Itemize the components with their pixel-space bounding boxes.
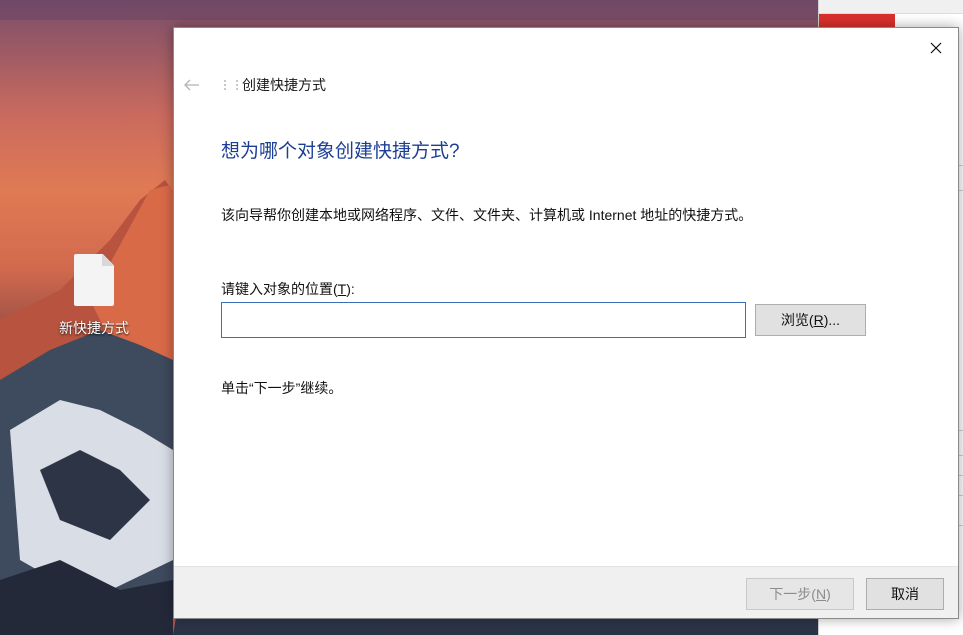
wizard-description: 该向导帮你创建本地或网络程序、文件、文件夹、计算机或 Internet 地址的快… [221, 207, 753, 223]
browse-button[interactable]: 浏览(R)... [755, 304, 866, 336]
back-button[interactable] [182, 75, 202, 95]
cancel-button[interactable]: 取消 [866, 578, 944, 610]
location-label-suffix: ): [346, 281, 355, 297]
background-window-titlebar [819, 0, 963, 14]
next-button-prefix: 下一步( [769, 586, 816, 602]
browse-button-prefix: 浏览( [780, 312, 814, 328]
close-icon [930, 42, 942, 54]
wizard-header: 创建快捷方式 [182, 74, 326, 96]
browse-button-suffix: )... [823, 312, 841, 328]
location-label: 请键入对象的位置(T): [221, 279, 355, 299]
file-icon [74, 254, 114, 306]
next-button[interactable]: 下一步(N) [746, 578, 854, 610]
desktop-shortcut-label: 新快捷方式 [59, 320, 129, 336]
window-title: 创建快捷方式 [242, 77, 326, 93]
page-heading: 想为哪个对象创建快捷方式? [221, 141, 460, 162]
next-button-accelerator: N [815, 586, 827, 602]
back-arrow-icon [184, 79, 199, 91]
location-label-accelerator: T [337, 281, 347, 297]
dialog-footer: 下一步(N) 取消 [174, 566, 958, 618]
location-input[interactable] [221, 302, 746, 338]
desktop-shortcut-item[interactable]: 新快捷方式 [52, 254, 136, 338]
close-button[interactable] [922, 36, 950, 60]
continue-hint: 单击“下一步”继续。 [221, 380, 343, 396]
next-button-suffix: ) [826, 586, 831, 602]
wizard-icon [222, 77, 238, 93]
create-shortcut-dialog: 创建快捷方式 想为哪个对象创建快捷方式? 该向导帮你创建本地或网络程序、文件、文… [173, 27, 959, 619]
browse-button-accelerator: R [813, 312, 824, 328]
location-label-prefix: 请键入对象的位置( [221, 281, 338, 297]
